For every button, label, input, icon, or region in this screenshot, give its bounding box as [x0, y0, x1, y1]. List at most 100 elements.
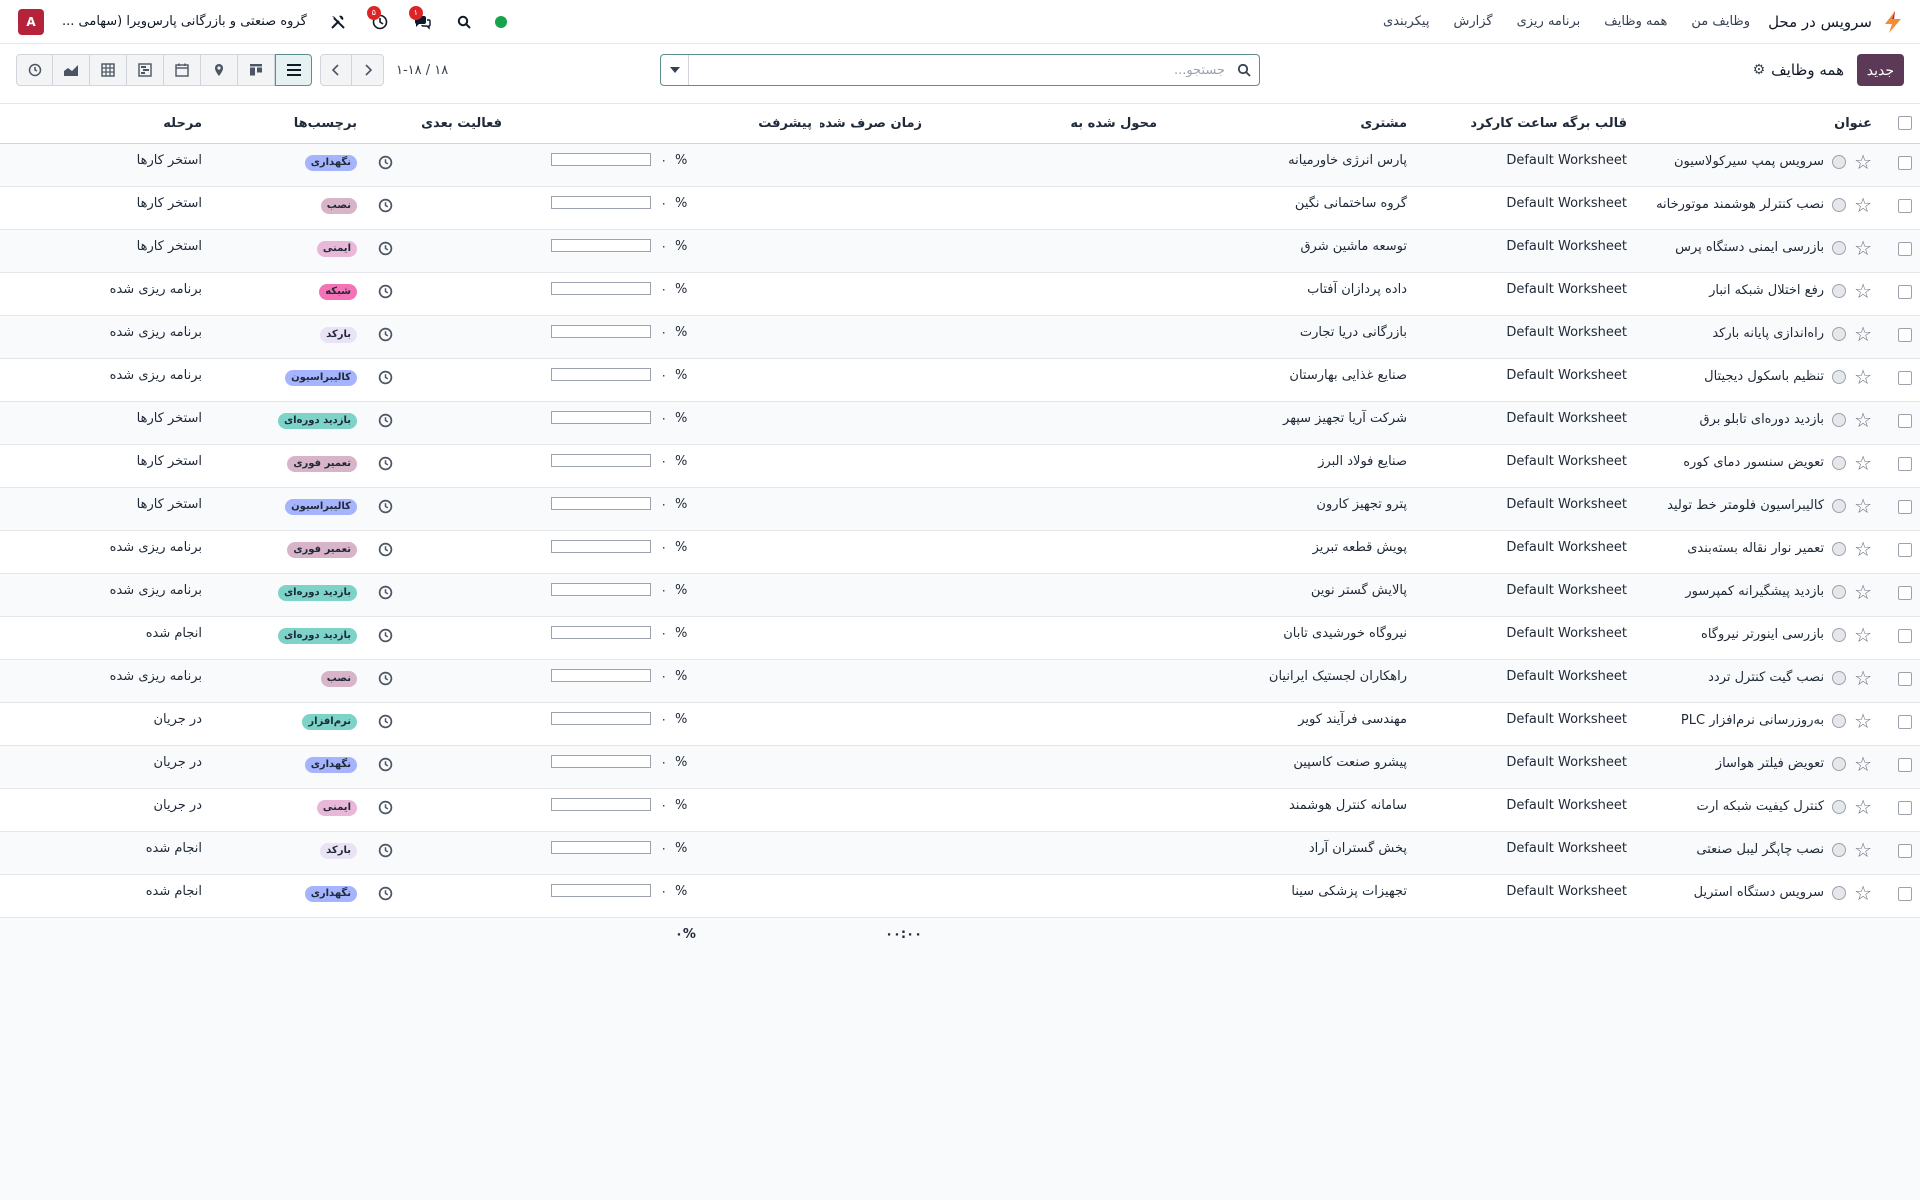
- row-checkbox[interactable]: [1898, 800, 1912, 815]
- time-spent-cell[interactable]: [820, 401, 930, 445]
- table-row[interactable]: ☆ کنترل کیفیت شبکه ارت Default Worksheet…: [0, 788, 1920, 832]
- assigned-cell[interactable]: [930, 143, 1165, 187]
- row-checkbox[interactable]: [1898, 714, 1912, 729]
- worksheet-cell[interactable]: Default Worksheet: [1415, 444, 1635, 488]
- priority-status-icon[interactable]: [1832, 326, 1847, 341]
- customer-cell[interactable]: پیشرو صنعت کاسپین: [1165, 745, 1415, 789]
- task-title-cell[interactable]: ☆ کنترل کیفیت شبکه ارت: [1635, 788, 1880, 832]
- activity-clock-icon[interactable]: [377, 241, 393, 257]
- table-row[interactable]: ☆ سرویس دستگاه استریل Default Worksheet …: [0, 874, 1920, 918]
- view-map-button[interactable]: [201, 54, 238, 86]
- activity-clock-icon[interactable]: [377, 843, 393, 859]
- time-spent-cell[interactable]: [820, 358, 930, 402]
- time-spent-cell[interactable]: [820, 573, 930, 617]
- customer-cell[interactable]: شرکت آریا تجهیز سپهر: [1165, 401, 1415, 445]
- time-spent-cell[interactable]: [820, 616, 930, 660]
- activity-clock-icon[interactable]: [377, 284, 393, 300]
- menu-all-tasks[interactable]: همه وظایف: [1604, 14, 1667, 29]
- task-title-cell[interactable]: ☆ بازرسی اینورتر نیروگاه: [1635, 616, 1880, 660]
- task-title-cell[interactable]: ☆ نصب کنترلر هوشمند موتورخانه: [1635, 186, 1880, 230]
- row-checkbox[interactable]: [1898, 499, 1912, 514]
- table-row[interactable]: ☆ به‌روزرسانی نرم‌افزار PLC Default Work…: [0, 702, 1920, 746]
- search-icon[interactable]: [453, 11, 475, 33]
- customer-cell[interactable]: صنایع غذایی بهارستان: [1165, 358, 1415, 402]
- row-checkbox[interactable]: [1898, 843, 1912, 858]
- view-kanban-button[interactable]: [238, 54, 275, 86]
- customer-cell[interactable]: نیروگاه خورشیدی تابان: [1165, 616, 1415, 660]
- customer-cell[interactable]: پارس انرژی خاورمیانه: [1165, 143, 1415, 187]
- row-checkbox[interactable]: [1898, 542, 1912, 557]
- row-checkbox[interactable]: [1898, 155, 1912, 170]
- row-checkbox[interactable]: [1898, 327, 1912, 342]
- table-row[interactable]: ☆ نصب گیت کنترل تردد Default Worksheet ر…: [0, 659, 1920, 703]
- customer-cell[interactable]: پویش قطعه تبریز: [1165, 530, 1415, 574]
- view-graph-button[interactable]: [53, 54, 90, 86]
- priority-status-icon[interactable]: [1832, 713, 1847, 728]
- time-spent-cell[interactable]: [820, 272, 930, 316]
- assigned-cell[interactable]: [930, 530, 1165, 574]
- customer-cell[interactable]: داده پردازان آفتاب: [1165, 272, 1415, 316]
- task-title-cell[interactable]: ☆ بازرسی ایمنی دستگاه پرس: [1635, 229, 1880, 273]
- star-icon[interactable]: ☆: [1854, 840, 1872, 860]
- assigned-cell[interactable]: [930, 702, 1165, 746]
- activity-clock-icon[interactable]: [377, 886, 393, 902]
- worksheet-cell[interactable]: Default Worksheet: [1415, 186, 1635, 230]
- star-icon[interactable]: ☆: [1854, 668, 1872, 688]
- worksheet-cell[interactable]: Default Worksheet: [1415, 702, 1635, 746]
- search-input[interactable]: [689, 55, 1229, 85]
- table-row[interactable]: ☆ بازدید دوره‌ای تابلو برق Default Works…: [0, 401, 1920, 445]
- priority-status-icon[interactable]: [1832, 197, 1847, 212]
- customer-cell[interactable]: راهکاران لجستیک ایرانیان: [1165, 659, 1415, 703]
- gear-icon[interactable]: ⚙: [1753, 62, 1766, 78]
- row-checkbox[interactable]: [1898, 370, 1912, 385]
- table-row[interactable]: ☆ رفع اختلال شبکه انبار Default Workshee…: [0, 272, 1920, 316]
- assigned-cell[interactable]: [930, 659, 1165, 703]
- customer-cell[interactable]: گروه ساختمانی نگین: [1165, 186, 1415, 230]
- view-list-button[interactable]: [275, 54, 312, 86]
- star-icon[interactable]: ☆: [1854, 281, 1872, 301]
- assigned-cell[interactable]: [930, 401, 1165, 445]
- activity-clock-icon[interactable]: ۵: [366, 5, 391, 33]
- time-spent-cell[interactable]: [820, 874, 930, 918]
- row-checkbox[interactable]: [1898, 585, 1912, 600]
- customer-cell[interactable]: توسعه ماشین شرق: [1165, 229, 1415, 273]
- assigned-cell[interactable]: [930, 573, 1165, 617]
- star-icon[interactable]: ☆: [1854, 539, 1872, 559]
- star-icon[interactable]: ☆: [1854, 582, 1872, 602]
- time-spent-cell[interactable]: [820, 315, 930, 359]
- priority-status-icon[interactable]: [1832, 541, 1847, 556]
- company-switcher[interactable]: گروه صنعتی و بازرگانی پارس‌ویرا (سهامی .…: [62, 14, 307, 29]
- worksheet-cell[interactable]: Default Worksheet: [1415, 229, 1635, 273]
- table-row[interactable]: ☆ نصب کنترلر هوشمند موتورخانه Default Wo…: [0, 186, 1920, 230]
- column-header-title[interactable]: عنوان: [1635, 104, 1880, 144]
- customer-cell[interactable]: پترو تجهیز کارون: [1165, 487, 1415, 531]
- table-row[interactable]: ☆ تعویض سنسور دمای کوره Default Workshee…: [0, 444, 1920, 488]
- task-title-cell[interactable]: ☆ کالیبراسیون فلومتر خط تولید: [1635, 487, 1880, 531]
- worksheet-cell[interactable]: Default Worksheet: [1415, 573, 1635, 617]
- priority-status-icon[interactable]: [1832, 240, 1847, 255]
- assigned-cell[interactable]: [930, 444, 1165, 488]
- table-row[interactable]: ☆ سرویس پمپ سیرکولاسیون Default Workshee…: [0, 143, 1920, 187]
- activity-clock-icon[interactable]: [377, 800, 393, 816]
- time-spent-cell[interactable]: [820, 745, 930, 789]
- task-title-cell[interactable]: ☆ نصب گیت کنترل تردد: [1635, 659, 1880, 703]
- star-icon[interactable]: ☆: [1854, 625, 1872, 645]
- messages-icon[interactable]: ۱: [408, 5, 433, 33]
- worksheet-cell[interactable]: Default Worksheet: [1415, 487, 1635, 531]
- assigned-cell[interactable]: [930, 745, 1165, 789]
- assigned-cell[interactable]: [930, 358, 1165, 402]
- task-title-cell[interactable]: ☆ تعمیر نوار نقاله بسته‌بندی: [1635, 530, 1880, 574]
- time-spent-cell[interactable]: [820, 229, 930, 273]
- pager-previous-button[interactable]: [320, 54, 352, 86]
- priority-status-icon[interactable]: [1832, 283, 1847, 298]
- worksheet-cell[interactable]: Default Worksheet: [1415, 659, 1635, 703]
- column-header-assigned[interactable]: محول شده به: [930, 104, 1165, 144]
- row-checkbox[interactable]: [1898, 198, 1912, 213]
- task-title-cell[interactable]: ☆ به‌روزرسانی نرم‌افزار PLC: [1635, 702, 1880, 746]
- priority-status-icon[interactable]: [1832, 670, 1847, 685]
- select-all-checkbox[interactable]: [1898, 115, 1912, 130]
- table-row[interactable]: ☆ راه‌اندازی پایانه بارکد Default Worksh…: [0, 315, 1920, 359]
- customer-cell[interactable]: تجهیزات پزشکی سینا: [1165, 874, 1415, 918]
- task-title-cell[interactable]: ☆ سرویس پمپ سیرکولاسیون: [1635, 143, 1880, 187]
- activity-clock-icon[interactable]: [377, 628, 393, 644]
